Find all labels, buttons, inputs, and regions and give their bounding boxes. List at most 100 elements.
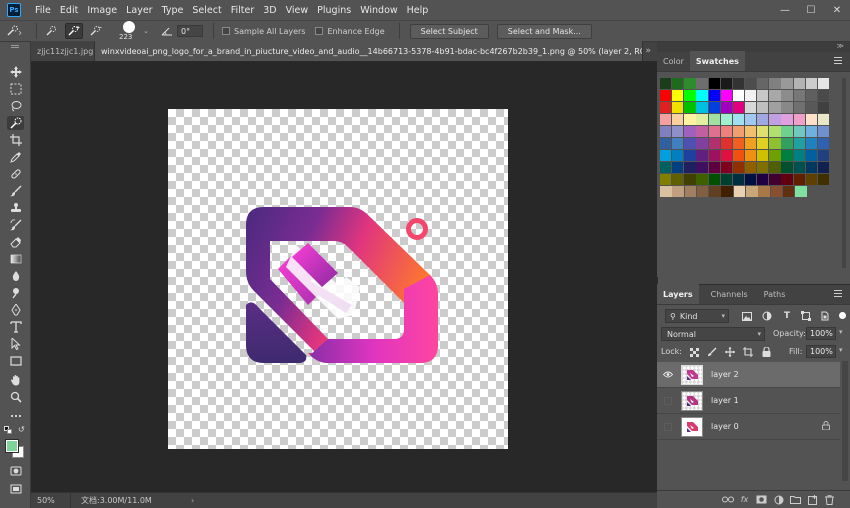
history-brush-tool[interactable]: [7, 218, 24, 232]
color-swatch[interactable]: [684, 174, 696, 185]
move-tool[interactable]: [7, 65, 24, 79]
menu-view[interactable]: View: [286, 5, 309, 16]
color-swatch[interactable]: [781, 162, 793, 173]
color-swatch[interactable]: [757, 126, 769, 137]
color-swatch[interactable]: [781, 126, 793, 137]
color-swatch[interactable]: [720, 78, 733, 89]
color-swatch[interactable]: [684, 114, 696, 125]
tool-preset-picker[interactable]: [0, 23, 30, 39]
layer-row-layer-1[interactable]: layer 1: [657, 388, 840, 414]
rectangle-tool[interactable]: [7, 354, 24, 368]
lock-image-pixels-icon[interactable]: [706, 346, 718, 358]
tab-document-1[interactable]: zjjc11zjjc1.jpg ×: [31, 41, 95, 61]
color-swatch[interactable]: [769, 162, 781, 173]
color-swatch[interactable]: [684, 126, 696, 137]
adjustment-icon[interactable]: [770, 493, 787, 507]
color-swatch[interactable]: [696, 150, 708, 161]
menu-filter[interactable]: Filter: [231, 5, 255, 16]
layers-panel-menu-icon[interactable]: [834, 290, 842, 298]
color-swatch[interactable]: [708, 174, 720, 185]
color-swatch[interactable]: [732, 114, 745, 125]
menu-file[interactable]: File: [35, 5, 51, 16]
swap-colors-icon[interactable]: ↺: [18, 425, 25, 434]
color-swatch[interactable]: [708, 162, 720, 173]
opacity-field[interactable]: 100%: [806, 327, 836, 340]
status-menu-arrow-icon[interactable]: ›: [191, 496, 194, 505]
path-selection-tool[interactable]: [7, 337, 24, 351]
group-icon[interactable]: [787, 493, 804, 507]
tabs-overflow-icon[interactable]: »: [645, 46, 651, 56]
color-swatch[interactable]: [781, 114, 793, 125]
color-swatch[interactable]: [696, 90, 708, 101]
color-swatch[interactable]: [672, 150, 684, 161]
color-swatch[interactable]: [769, 90, 781, 101]
toolbar-grip-icon[interactable]: [11, 45, 19, 48]
color-swatch[interactable]: [660, 150, 672, 161]
foreground-color-swatch[interactable]: [5, 439, 19, 453]
color-swatch[interactable]: [757, 150, 769, 161]
opacity-dropdown-icon[interactable]: ▾: [839, 328, 843, 336]
close-window-button[interactable]: ✕: [824, 0, 850, 20]
color-swatch[interactable]: [744, 126, 757, 137]
color-swatch[interactable]: [672, 78, 684, 89]
color-swatch[interactable]: [817, 126, 830, 137]
color-swatch[interactable]: [684, 162, 696, 173]
color-swatch[interactable]: [708, 126, 720, 137]
color-swatch[interactable]: [793, 126, 805, 137]
canvas-area[interactable]: [31, 62, 657, 492]
color-swatch[interactable]: [696, 102, 708, 113]
color-swatch[interactable]: [660, 114, 672, 125]
tab-channels[interactable]: Channels: [705, 284, 754, 304]
lock-artboard-icon[interactable]: [742, 346, 754, 358]
tab-document-2[interactable]: winxvideoai_png_logo_for_a_brand_in_piuc…: [95, 41, 643, 61]
color-swatch[interactable]: [781, 90, 793, 101]
color-swatch[interactable]: [708, 90, 720, 101]
color-swatch[interactable]: [696, 174, 708, 185]
color-swatch[interactable]: [720, 114, 733, 125]
eyedropper-tool[interactable]: [7, 150, 24, 164]
color-swatch[interactable]: [757, 114, 769, 125]
maximize-button[interactable]: ☐: [798, 0, 824, 20]
lock-transparent-pixels-icon[interactable]: [688, 346, 700, 358]
color-swatch[interactable]: [721, 186, 733, 197]
visibility-eye-icon[interactable]: [657, 371, 679, 378]
color-swatch[interactable]: [744, 78, 757, 89]
color-swatch[interactable]: [769, 150, 781, 161]
default-colors-icon[interactable]: [4, 426, 12, 434]
color-swatch[interactable]: [746, 186, 758, 197]
visibility-box-icon[interactable]: [664, 396, 672, 405]
color-swatch[interactable]: [757, 90, 769, 101]
color-swatch[interactable]: [769, 126, 781, 137]
color-swatch[interactable]: [684, 90, 696, 101]
color-swatch[interactable]: [769, 138, 781, 149]
panel-menu-icon[interactable]: [834, 57, 842, 65]
color-swatch[interactable]: [684, 150, 696, 161]
color-swatch[interactable]: [769, 114, 781, 125]
color-swatch[interactable]: [732, 162, 745, 173]
zoom-level-field[interactable]: 50%: [31, 492, 71, 508]
color-swatch[interactable]: [793, 102, 805, 113]
add-to-selection-brush-button[interactable]: [65, 23, 83, 39]
color-swatch[interactable]: [793, 150, 805, 161]
color-swatch[interactable]: [708, 138, 720, 149]
tab-color[interactable]: Color: [657, 51, 690, 71]
color-swatch[interactable]: [684, 186, 697, 197]
menu-image[interactable]: Image: [87, 5, 117, 16]
color-swatch[interactable]: [757, 102, 769, 113]
color-swatch[interactable]: [720, 174, 733, 185]
layer-kind-filter[interactable]: ⚲ Kind ▾: [665, 309, 729, 323]
marquee-tool[interactable]: [7, 82, 24, 96]
color-swatch[interactable]: [732, 126, 745, 137]
color-swatch[interactable]: [672, 126, 684, 137]
lasso-tool[interactable]: [7, 99, 24, 113]
color-swatch[interactable]: [720, 162, 733, 173]
brush-size-picker[interactable]: 223: [117, 20, 141, 42]
color-swatch[interactable]: [732, 102, 745, 113]
color-swatch[interactable]: [660, 90, 672, 101]
color-swatch[interactable]: [744, 90, 757, 101]
color-swatch[interactable]: [805, 174, 818, 185]
quick-selection-tool[interactable]: [7, 116, 24, 130]
color-swatch[interactable]: [793, 162, 805, 173]
color-swatch[interactable]: [793, 138, 805, 149]
color-swatch[interactable]: [793, 174, 805, 185]
